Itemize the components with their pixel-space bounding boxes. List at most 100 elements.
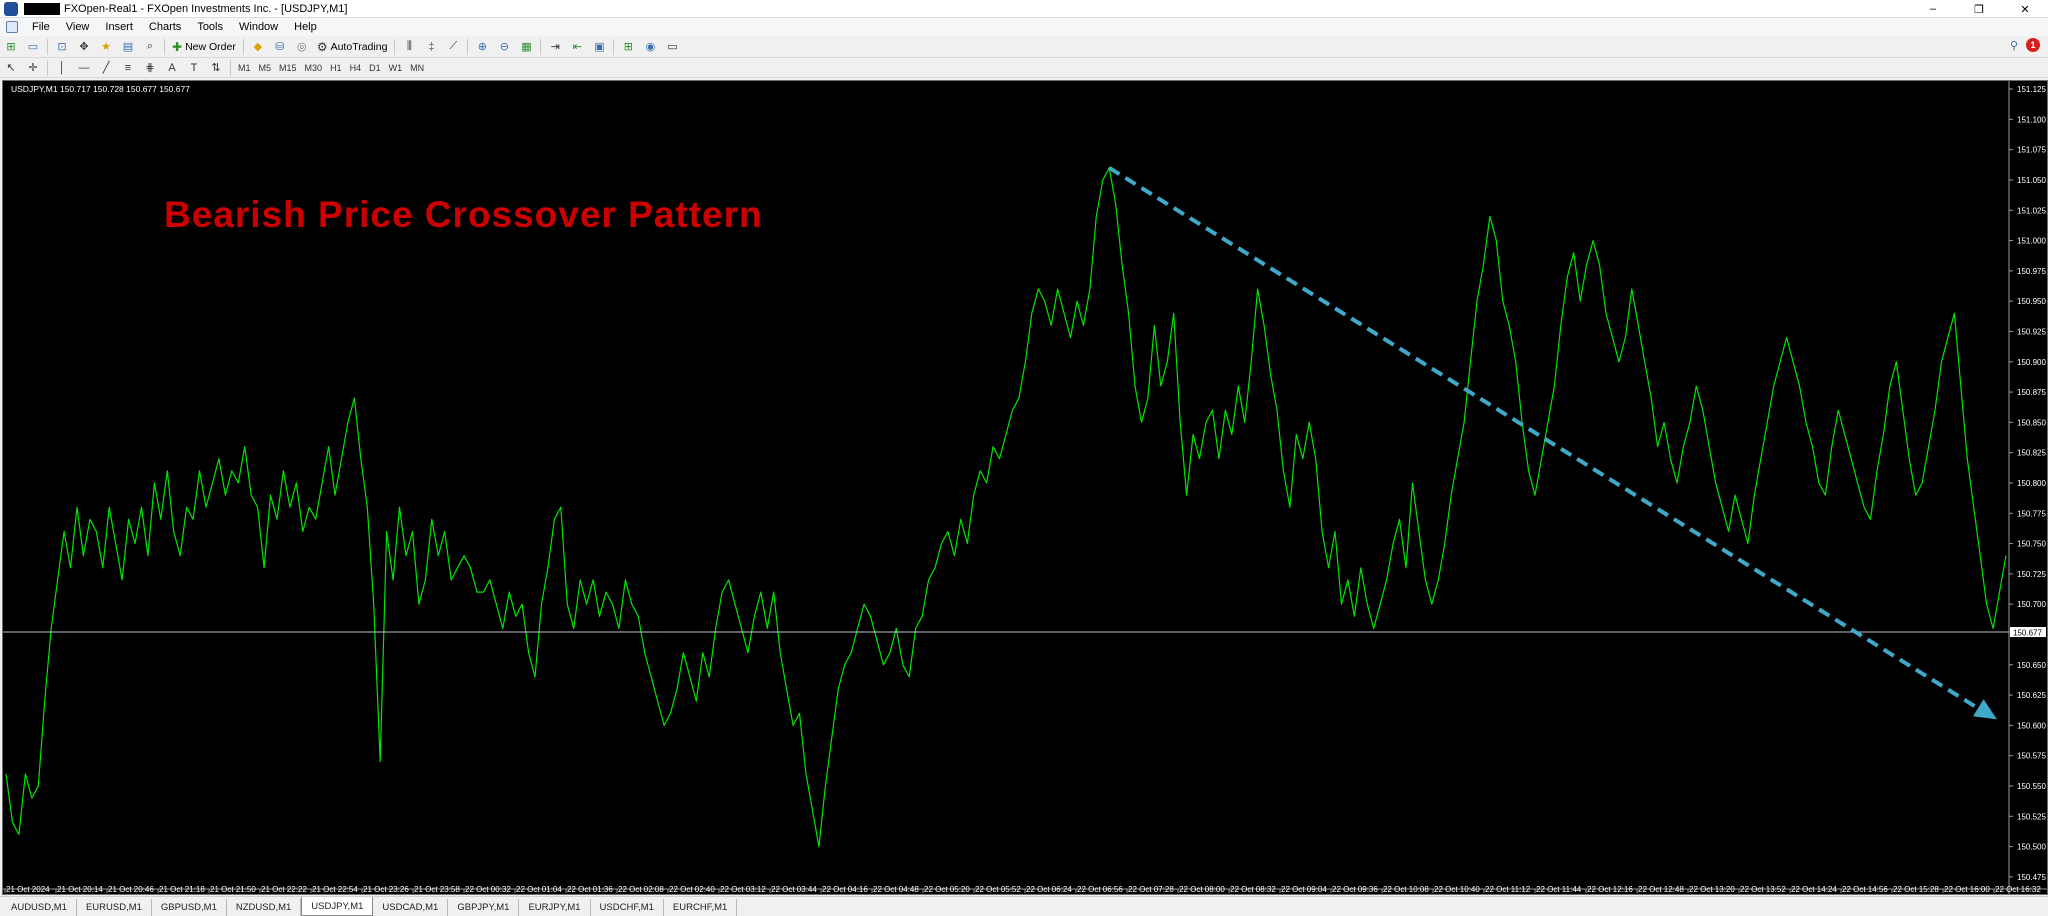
title-bar: FXOpen-Real1 - FXOpen Investments Inc. -… bbox=[0, 0, 2048, 18]
tile-windows-icon[interactable]: ▦ bbox=[516, 38, 536, 56]
tab-gbpjpy[interactable]: GBPJPY,M1 bbox=[448, 899, 520, 916]
time-tick-label: 21 Oct 20:46 bbox=[108, 885, 154, 894]
autotrading-icon: ⚙ bbox=[316, 39, 328, 54]
metaeditor-icon[interactable]: ◆ bbox=[248, 38, 268, 56]
timeframe-h1[interactable]: H1 bbox=[326, 60, 346, 76]
document-menu-icon[interactable] bbox=[6, 21, 18, 33]
restore-button[interactable]: ❐ bbox=[1956, 0, 2002, 18]
chart-window[interactable]: 150.677 151.125 151.100 151.075 151.050 151.… bbox=[2, 80, 2048, 895]
autoscroll-icon[interactable]: ⇤ bbox=[567, 38, 587, 56]
price-tick-label: 150.925 bbox=[2017, 327, 2046, 336]
timeframe-m5[interactable]: M5 bbox=[255, 60, 276, 76]
tab-usdchf[interactable]: USDCHF,M1 bbox=[591, 899, 664, 916]
menu-view[interactable]: View bbox=[58, 21, 98, 33]
menu-help[interactable]: Help bbox=[286, 21, 325, 33]
time-tick-label: 22 Oct 13:52 bbox=[1740, 885, 1786, 894]
toolbar-divider bbox=[242, 38, 244, 55]
price-tick-label: 150.650 bbox=[2017, 661, 2046, 670]
toolbar-divider bbox=[164, 38, 165, 55]
close-button[interactable]: ✕ bbox=[2002, 0, 2048, 18]
terminal-icon[interactable]: ▤ bbox=[118, 38, 138, 56]
time-tick-label: 22 Oct 16:00 bbox=[1944, 885, 1990, 894]
menu-tools[interactable]: Tools bbox=[189, 21, 231, 33]
horizontal-line-icon[interactable]: — bbox=[74, 59, 94, 77]
price-tick-label: 150.950 bbox=[2017, 297, 2046, 306]
strategy-tester-icon[interactable]: ⌕ bbox=[140, 38, 160, 56]
time-tick-label: 22 Oct 01:04 bbox=[516, 885, 562, 894]
tab-gbpusd[interactable]: GBPUSD,M1 bbox=[152, 899, 227, 916]
label-icon[interactable]: T bbox=[184, 59, 204, 77]
new-order-button[interactable]: ✚ New Order bbox=[168, 38, 240, 56]
tab-eurchf[interactable]: EURCHF,M1 bbox=[664, 899, 738, 916]
tab-audusd[interactable]: AUDUSD,M1 bbox=[2, 899, 77, 916]
tab-usdcad[interactable]: USDCAD,M1 bbox=[373, 899, 449, 916]
navigator-icon[interactable]: ★ bbox=[96, 38, 116, 56]
bearish-trend-arrow bbox=[1108, 166, 1997, 720]
templates-icon[interactable]: ▭ bbox=[662, 38, 682, 56]
timeframe-mn[interactable]: MN bbox=[406, 60, 428, 76]
channel-icon[interactable]: ≡ bbox=[118, 59, 138, 77]
indicators-icon[interactable]: ⊞ bbox=[618, 38, 638, 56]
time-tick-label: 21 Oct 21:18 bbox=[159, 885, 205, 894]
timeframe-h4[interactable]: H4 bbox=[346, 60, 366, 76]
time-tick-label: 22 Oct 10:40 bbox=[1434, 885, 1480, 894]
fibonacci-icon[interactable]: ⋕ bbox=[140, 59, 160, 77]
minimize-button[interactable]: – bbox=[1910, 0, 1956, 18]
periods-icon[interactable]: ◉ bbox=[640, 38, 660, 56]
cursor-icon[interactable]: ↖ bbox=[1, 59, 21, 77]
toolbar-divider bbox=[47, 59, 48, 76]
timeframe-w1[interactable]: W1 bbox=[385, 60, 407, 76]
profiles-icon[interactable]: ▭ bbox=[23, 38, 43, 56]
crosshair-icon[interactable]: ✛ bbox=[23, 59, 43, 77]
tab-nzdusd[interactable]: NZDUSD,M1 bbox=[227, 899, 302, 916]
price-tick-label: 150.850 bbox=[2017, 418, 2046, 427]
time-tick-label: 21 Oct 21:50 bbox=[210, 885, 256, 894]
tab-eurusd[interactable]: EURUSD,M1 bbox=[77, 899, 152, 916]
candlestick-icon[interactable]: ‡ bbox=[421, 38, 441, 56]
time-tick-label: 21 Oct 20:14 bbox=[57, 885, 103, 894]
chart-tabs: AUDUSD,M1 EURUSD,M1 GBPUSD,M1 NZDUSD,M1 … bbox=[0, 896, 2048, 916]
zoom-in-icon[interactable]: ⊕ bbox=[472, 38, 492, 56]
toolbar-divider bbox=[394, 38, 396, 55]
tab-usdjpy[interactable]: USDJPY,M1 bbox=[301, 897, 374, 916]
vertical-line-icon[interactable]: │ bbox=[52, 59, 72, 77]
time-tick-label: 22 Oct 04:48 bbox=[873, 885, 919, 894]
chart-shift-icon[interactable]: ⇥ bbox=[545, 38, 565, 56]
time-tick-label: 22 Oct 06:56 bbox=[1077, 885, 1123, 894]
timeframe-d1[interactable]: D1 bbox=[365, 60, 385, 76]
search-icon[interactable]: ⚲ bbox=[2010, 39, 2018, 52]
notification-badge-icon[interactable]: 1 bbox=[2026, 38, 2040, 52]
new-order-label: New Order bbox=[185, 40, 236, 53]
line-studies-toolbar: ↖ ✛ │ — ╱ ≡ ⋕ A T ⇅ M1 M5 M15 M30 H1 H4 … bbox=[0, 58, 2048, 78]
market-watch-icon[interactable]: ⊡ bbox=[52, 38, 72, 56]
grid-icon[interactable]: ▣ bbox=[589, 38, 609, 56]
tab-eurjpy[interactable]: EURJPY,M1 bbox=[519, 899, 591, 916]
time-tick-label: 22 Oct 06:24 bbox=[1026, 885, 1072, 894]
zoom-out-icon[interactable]: ⊖ bbox=[494, 38, 514, 56]
menu-file[interactable]: File bbox=[24, 21, 58, 33]
line-chart-icon[interactable]: ⟋ bbox=[443, 38, 463, 56]
current-price-label: 150.677 bbox=[2013, 629, 2042, 638]
chart-info-label: USDJPY,M1 150.717 150.728 150.677 150.67… bbox=[11, 84, 190, 94]
timeframe-m15[interactable]: M15 bbox=[275, 60, 301, 76]
data-window-icon[interactable]: ✥ bbox=[74, 38, 94, 56]
price-tick-label: 150.825 bbox=[2017, 449, 2046, 458]
price-tick-label: 150.600 bbox=[2017, 721, 2046, 730]
bar-chart-icon[interactable]: ⫼ bbox=[399, 38, 419, 56]
autotrading-button[interactable]: ⚙ AutoTrading bbox=[313, 38, 392, 56]
timeframe-m1[interactable]: M1 bbox=[234, 60, 255, 76]
arrows-icon[interactable]: ⇅ bbox=[206, 59, 226, 77]
trendline-icon[interactable]: ╱ bbox=[96, 59, 116, 77]
time-tick-label: 21 Oct 2024 bbox=[6, 885, 50, 894]
time-tick-label: 22 Oct 11:12 bbox=[1485, 885, 1531, 894]
menu-window[interactable]: Window bbox=[231, 21, 286, 33]
price-chart[interactable]: 150.677 151.125151.100151.075151.050151.… bbox=[3, 81, 2047, 894]
app-icon[interactable] bbox=[4, 1, 18, 16]
menu-insert[interactable]: Insert bbox=[97, 21, 141, 33]
menu-charts[interactable]: Charts bbox=[141, 21, 189, 33]
signals-icon[interactable]: ◎ bbox=[292, 38, 312, 56]
market-icon[interactable]: ⛁ bbox=[270, 38, 290, 56]
timeframe-m30[interactable]: M30 bbox=[301, 60, 327, 76]
new-chart-icon[interactable]: ⊞ bbox=[1, 38, 21, 56]
text-icon[interactable]: A bbox=[162, 59, 182, 77]
